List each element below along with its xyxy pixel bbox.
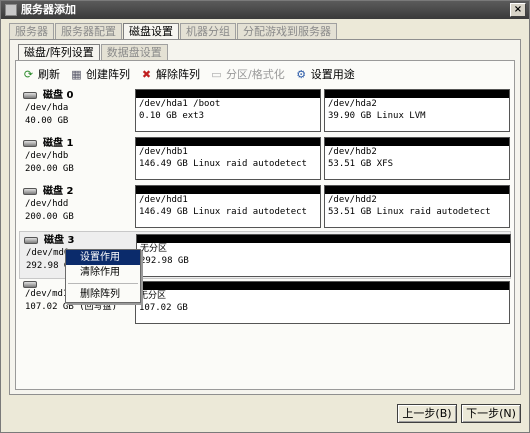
disk-device: /dev/hdd <box>25 199 69 209</box>
disk-info: 磁盘 2 /dev/hdd 200.00 GB <box>23 185 131 229</box>
create-array-button[interactable]: ▦ 创建阵列 <box>70 66 130 82</box>
disk-size: 200.00 GB <box>25 164 74 174</box>
close-button[interactable]: × <box>510 3 526 17</box>
refresh-icon: ⟳ <box>23 67 34 81</box>
partition-box[interactable]: /dev/hda2 39.90 GB Linux LVM <box>324 89 510 132</box>
remove-array-label: 解除阵列 <box>156 68 200 81</box>
partition-details: 53.51 GB Linux raid autodetect <box>328 207 491 217</box>
partition-device: 无分区 <box>140 244 168 254</box>
tab-disk-array-settings[interactable]: 磁盘/阵列设置 <box>18 44 100 61</box>
disk-device: /dev/hda <box>25 103 69 113</box>
remove-array-button[interactable]: ✖ 解除阵列 <box>140 66 200 82</box>
app-icon <box>5 4 17 16</box>
disk-row[interactable]: 磁盘 1 /dev/hdb 200.00 GB /dev/hdb1 146.49… <box>19 135 511 183</box>
set-usage-label: 设置用途 <box>310 68 355 81</box>
partition-box[interactable]: /dev/hdd1 146.49 GB Linux raid autodetec… <box>135 185 321 228</box>
tab-machine-groups[interactable]: 机器分组 <box>180 23 236 39</box>
create-array-label: 创建阵列 <box>86 68 130 81</box>
partition-device: 无分区 <box>139 291 167 301</box>
prev-button[interactable]: 上一步(B) <box>397 404 457 423</box>
menu-item-clear-usage[interactable]: 清除作用 <box>66 265 140 280</box>
set-usage-button[interactable]: ⚙ 设置用途 <box>295 66 355 82</box>
disk-size: 200.00 GB <box>25 212 74 222</box>
remove-array-icon: ✖ <box>141 67 152 81</box>
disk-row[interactable]: 磁盘 2 /dev/hdd 200.00 GB /dev/hdd1 146.49… <box>19 183 511 231</box>
partition-device: /dev/hdb2 <box>328 147 377 157</box>
disk-title: 磁盘 2 <box>43 186 74 197</box>
partition-box[interactable]: /dev/hda1 /boot 0.10 GB ext3 <box>135 89 321 132</box>
partition-device: /dev/hdd2 <box>328 195 377 205</box>
partition-box[interactable]: 无分区 107.02 GB <box>135 281 510 324</box>
hard-disk-icon <box>23 281 37 288</box>
disk-title: 磁盘 3 <box>44 235 75 246</box>
disk-row[interactable]: 磁盘 0 /dev/hda 40.00 GB /dev/hda1 /boot 0… <box>19 87 511 135</box>
partition-device: /dev/hdd1 <box>139 195 188 205</box>
hard-disk-icon <box>24 237 38 244</box>
partition-box[interactable]: /dev/hdd2 53.51 GB Linux raid autodetect <box>324 185 510 228</box>
partition-device: /dev/hdb1 <box>139 147 188 157</box>
disk-info: 磁盘 1 /dev/hdb 200.00 GB <box>23 137 131 181</box>
partition-box[interactable]: /dev/hdb1 146.49 GB Linux raid autodetec… <box>135 137 321 180</box>
disk-title: 磁盘 0 <box>43 90 74 101</box>
menu-item-set-usage[interactable]: 设置作用 <box>66 250 140 265</box>
title-bar: 服务器添加 × <box>1 1 529 19</box>
disk-note: (回写盘) <box>79 302 118 312</box>
refresh-label: 刷新 <box>38 68 60 81</box>
disk-array-panel: ⟳ 刷新 ▦ 创建阵列 ✖ 解除阵列 ▭ 分区/格式化 ⚙ 设置用途 磁盘 0 … <box>15 60 515 390</box>
next-button[interactable]: 下一步(N) <box>461 404 521 423</box>
partition-device: /dev/hda1 /boot <box>139 99 221 109</box>
partition-details: 107.02 GB <box>139 303 188 313</box>
disk-settings-panel: 磁盘/阵列设置 数据盘设置 ⟳ 刷新 ▦ 创建阵列 ✖ 解除阵列 ▭ 分区/格式… <box>9 39 521 395</box>
tab-disk-settings[interactable]: 磁盘设置 <box>123 23 179 40</box>
format-icon: ▭ <box>211 67 222 81</box>
settings-icon: ⚙ <box>296 67 307 81</box>
tab-server-config[interactable]: 服务器配置 <box>55 23 122 39</box>
partition-details: 146.49 GB Linux raid autodetect <box>139 159 307 169</box>
partition-box[interactable]: /dev/hdb2 53.51 GB XFS <box>324 137 510 180</box>
server-add-window: 服务器添加 × 服务器 服务器配置 磁盘设置 机器分组 分配游戏到服务器 磁盘/… <box>0 0 530 433</box>
partition-details: 53.51 GB XFS <box>328 159 394 169</box>
context-menu: 设置作用 清除作用 删除阵列 <box>65 249 141 303</box>
tab-servers[interactable]: 服务器 <box>9 23 54 39</box>
hard-disk-icon <box>23 188 37 195</box>
hard-disk-icon <box>23 140 37 147</box>
format-button[interactable]: ▭ 分区/格式化 <box>210 66 285 82</box>
disk-size: 107.02 GB <box>25 302 74 312</box>
disk-size: 40.00 GB <box>25 116 69 126</box>
partition-details: 0.10 GB ext3 <box>139 111 205 121</box>
disk-title: 磁盘 1 <box>43 138 74 149</box>
partition-box[interactable]: 无分区 292.98 GB <box>136 234 511 277</box>
create-array-icon: ▦ <box>71 67 82 81</box>
partition-details: 292.98 GB <box>140 256 189 266</box>
menu-item-delete-array[interactable]: 删除阵列 <box>66 287 140 302</box>
toolbar: ⟳ 刷新 ▦ 创建阵列 ✖ 解除阵列 ▭ 分区/格式化 ⚙ 设置用途 <box>22 65 365 83</box>
main-tabs: 服务器 服务器配置 磁盘设置 机器分组 分配游戏到服务器 <box>9 23 338 40</box>
partition-device: /dev/hda2 <box>328 99 377 109</box>
tab-data-disk-settings[interactable]: 数据盘设置 <box>100 44 168 60</box>
partition-details: 39.90 GB Linux LVM <box>328 111 426 121</box>
partition-details: 146.49 GB Linux raid autodetect <box>139 207 307 217</box>
sub-tabs: 磁盘/阵列设置 数据盘设置 <box>18 44 169 61</box>
disk-list: 磁盘 0 /dev/hda 40.00 GB /dev/hda1 /boot 0… <box>19 87 511 387</box>
disk-info: 磁盘 0 /dev/hda 40.00 GB <box>23 89 131 133</box>
format-label: 分区/格式化 <box>226 68 285 81</box>
hard-disk-icon <box>23 92 37 99</box>
window-title: 服务器添加 <box>21 3 76 16</box>
refresh-button[interactable]: ⟳ 刷新 <box>22 66 60 82</box>
tab-assign-games[interactable]: 分配游戏到服务器 <box>237 23 337 39</box>
menu-separator <box>68 283 138 284</box>
disk-device: /dev/hdb <box>25 151 69 161</box>
